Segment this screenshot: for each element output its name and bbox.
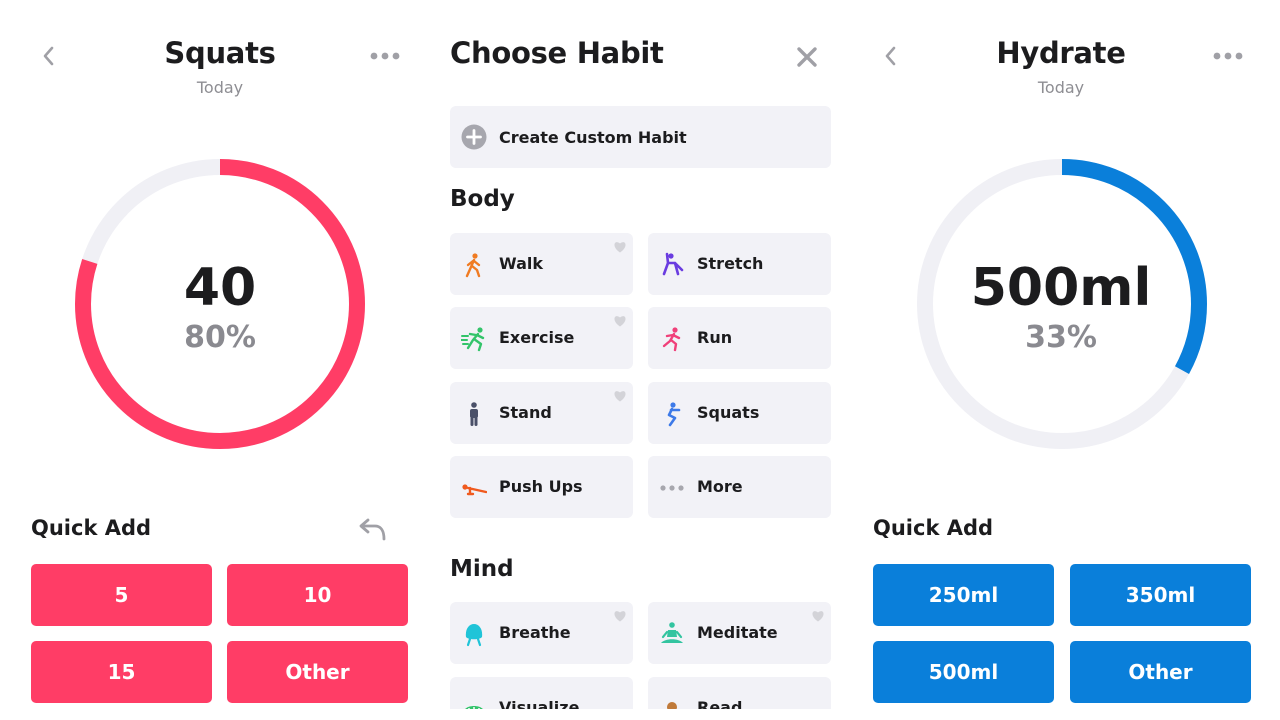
quick-add-button-10[interactable]: 10 <box>227 564 408 626</box>
habit-card-push-ups[interactable]: Push Ups <box>450 456 633 518</box>
habit-card-label: Read <box>697 698 743 709</box>
quick-add-button-5[interactable]: 5 <box>31 564 212 626</box>
habit-card-label: More <box>697 477 743 496</box>
section-title-mind: Mind <box>450 556 514 582</box>
quick-add-button-15[interactable]: 15 <box>31 641 212 703</box>
section-title-body: Body <box>450 186 515 212</box>
heart-icon[interactable] <box>613 609 627 622</box>
stretch-icon <box>662 252 684 276</box>
quick-add-button-500ml[interactable]: 500ml <box>873 641 1054 703</box>
hydrate-panel: Hydrate Today 500ml 33% Quick Add 250ml … <box>842 0 1280 720</box>
more-dots-icon <box>660 485 684 491</box>
habit-card-exercise[interactable]: Exercise <box>450 307 633 369</box>
progress-value: 500ml <box>970 258 1152 318</box>
quick-add-button-250ml[interactable]: 250ml <box>873 564 1054 626</box>
habit-card-stretch[interactable]: Stretch <box>648 233 831 295</box>
quick-add-button-other[interactable]: Other <box>1070 641 1251 703</box>
habit-card-label: Meditate <box>697 623 778 642</box>
habit-card-label: Visualize <box>499 698 580 709</box>
progress-percent: 80% <box>184 320 256 355</box>
habit-card-label: Breathe <box>499 623 571 642</box>
habit-card-run[interactable]: Run <box>648 307 831 369</box>
quick-add-button-other[interactable]: Other <box>227 641 408 703</box>
exercise-icon <box>461 327 485 352</box>
progress-value: 40 <box>183 258 257 318</box>
habit-card-visualize[interactable]: Visualize <box>450 677 633 709</box>
habit-card-label: Run <box>697 328 733 347</box>
habit-card-more[interactable]: More <box>648 456 831 518</box>
habit-card-label: Squats <box>697 403 760 422</box>
habit-card-label: Exercise <box>499 328 575 347</box>
habit-card-breathe[interactable]: Breathe <box>450 602 633 664</box>
run-icon <box>662 327 681 352</box>
walk-icon <box>465 253 481 278</box>
heart-icon[interactable] <box>613 314 627 327</box>
habit-card-read[interactable]: Read <box>648 677 831 709</box>
habit-card-walk[interactable]: Walk <box>450 233 633 295</box>
habit-card-label: Stretch <box>697 254 764 273</box>
heart-icon[interactable] <box>613 240 627 253</box>
more-options-icon[interactable] <box>369 44 401 68</box>
habit-card-squats[interactable]: Squats <box>648 382 831 444</box>
quick-add-title: Quick Add <box>31 516 152 540</box>
habit-card-stand[interactable]: Stand <box>450 382 633 444</box>
plus-circle-icon <box>461 124 487 150</box>
quick-add-button-350ml[interactable]: 350ml <box>1070 564 1251 626</box>
choose-habit-panel: Choose Habit Create Custom Habit Body Wa… <box>440 0 840 720</box>
habit-card-meditate[interactable]: Meditate <box>648 602 831 664</box>
habit-subtitle: Today <box>196 78 244 97</box>
habit-subtitle: Today <box>1037 78 1085 97</box>
quick-add-title: Quick Add <box>873 516 994 540</box>
squats-icon <box>667 402 681 427</box>
heart-icon[interactable] <box>613 389 627 402</box>
meditate-icon <box>661 622 683 643</box>
choose-habit-title: Choose Habit <box>450 36 664 70</box>
push-ups-icon <box>462 484 487 496</box>
heart-icon[interactable] <box>811 609 825 622</box>
undo-icon[interactable] <box>358 514 388 544</box>
create-custom-habit-label: Create Custom Habit <box>499 127 687 147</box>
stand-icon <box>470 402 478 426</box>
more-options-icon[interactable] <box>1212 44 1244 68</box>
create-custom-habit-button[interactable]: Create Custom Habit <box>450 106 831 168</box>
habit-card-label: Stand <box>499 403 552 422</box>
squats-panel: Squats Today 40 80% Quick Add 5 10 15 Ot… <box>0 0 440 720</box>
visualize-icon <box>465 706 483 709</box>
progress-percent: 33% <box>1025 320 1097 355</box>
habit-card-label: Push Ups <box>499 477 583 496</box>
close-icon[interactable] <box>794 44 820 70</box>
habit-card-label: Walk <box>499 254 543 273</box>
breathe-icon <box>465 624 483 647</box>
read-icon <box>667 702 677 709</box>
